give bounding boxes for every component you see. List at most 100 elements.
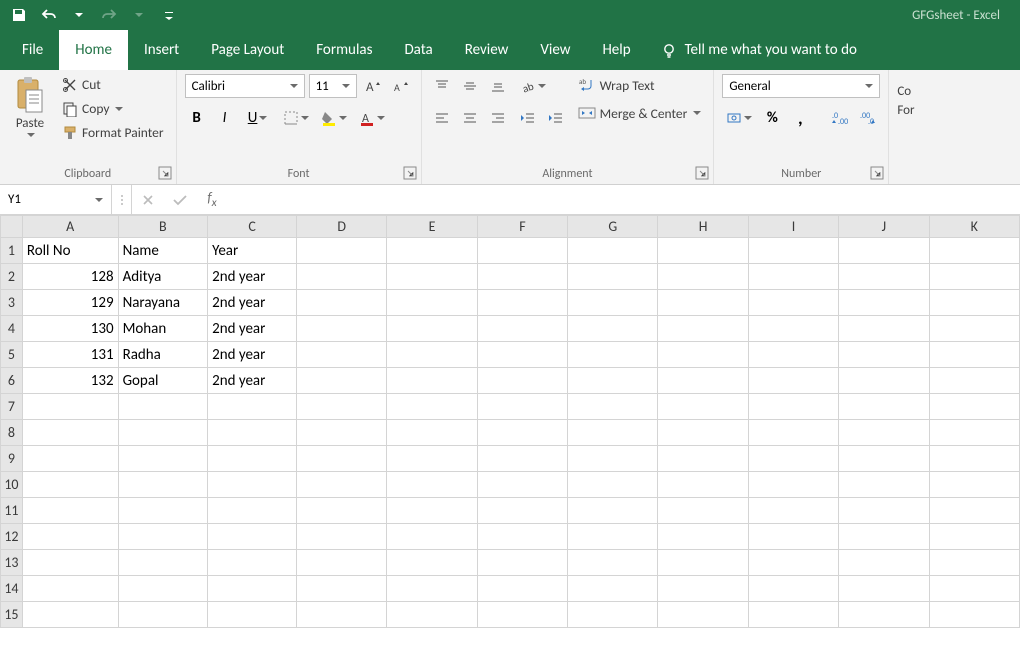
cell[interactable]: 2nd year: [208, 316, 297, 342]
tab-insert[interactable]: Insert: [128, 30, 195, 70]
cell[interactable]: 2nd year: [208, 264, 297, 290]
italic-button[interactable]: I: [213, 106, 237, 130]
column-header[interactable]: C: [208, 216, 297, 238]
undo-dropdown-icon[interactable]: [66, 2, 92, 28]
cell[interactable]: 130: [22, 316, 118, 342]
cell[interactable]: [568, 238, 658, 264]
cell[interactable]: [568, 394, 658, 420]
dialog-launcher-icon[interactable]: [870, 166, 884, 180]
cell[interactable]: [748, 316, 838, 342]
increase-indent-button[interactable]: [544, 106, 568, 130]
cell[interactable]: [568, 550, 658, 576]
column-header[interactable]: J: [839, 216, 929, 238]
dialog-launcher-icon[interactable]: [695, 166, 709, 180]
cell[interactable]: [297, 472, 387, 498]
cell[interactable]: [387, 368, 477, 394]
cell[interactable]: [208, 446, 297, 472]
row-header[interactable]: 5: [1, 342, 23, 368]
row-header[interactable]: 12: [1, 524, 23, 550]
cell[interactable]: Narayana: [118, 290, 208, 316]
cell[interactable]: [477, 602, 567, 628]
tab-view[interactable]: View: [524, 30, 586, 70]
spreadsheet-grid[interactable]: ABCDEFGHIJK1Roll NoNameYear2128Aditya2nd…: [0, 215, 1020, 628]
cell[interactable]: [118, 394, 208, 420]
row-header[interactable]: 9: [1, 446, 23, 472]
number-format-select[interactable]: General: [722, 74, 880, 98]
cell[interactable]: [568, 472, 658, 498]
comma-button[interactable]: ,: [788, 106, 812, 130]
cell[interactable]: [477, 368, 567, 394]
cell[interactable]: [839, 342, 929, 368]
cell[interactable]: [22, 524, 118, 550]
align-top-button[interactable]: [430, 74, 454, 98]
cell[interactable]: [477, 264, 567, 290]
cell[interactable]: [568, 446, 658, 472]
cell[interactable]: [929, 576, 1019, 602]
cell[interactable]: [929, 498, 1019, 524]
font-color-button[interactable]: A: [355, 106, 389, 130]
fill-color-button[interactable]: [317, 106, 351, 130]
cell[interactable]: [658, 446, 748, 472]
cell[interactable]: [118, 576, 208, 602]
cell[interactable]: [568, 342, 658, 368]
redo-dropdown-icon[interactable]: [126, 2, 152, 28]
column-header[interactable]: G: [568, 216, 658, 238]
cell[interactable]: [839, 290, 929, 316]
cell[interactable]: [839, 550, 929, 576]
cell[interactable]: [297, 394, 387, 420]
cell[interactable]: [22, 420, 118, 446]
cell[interactable]: [477, 576, 567, 602]
cell[interactable]: [297, 238, 387, 264]
cell[interactable]: [208, 420, 297, 446]
row-header[interactable]: 6: [1, 368, 23, 394]
tell-me-search[interactable]: Tell me what you want to do: [647, 30, 857, 70]
tab-data[interactable]: Data: [388, 30, 448, 70]
cell[interactable]: [387, 576, 477, 602]
cell[interactable]: [658, 550, 748, 576]
font-name-select[interactable]: Calibri: [185, 74, 305, 98]
formula-input[interactable]: [228, 185, 1020, 214]
cell[interactable]: [568, 368, 658, 394]
cell[interactable]: [568, 290, 658, 316]
underline-button[interactable]: U: [241, 106, 275, 130]
cell[interactable]: [387, 420, 477, 446]
cell[interactable]: 129: [22, 290, 118, 316]
cell[interactable]: [568, 420, 658, 446]
cell[interactable]: [22, 472, 118, 498]
cell[interactable]: [477, 550, 567, 576]
cell[interactable]: [658, 420, 748, 446]
cell[interactable]: [208, 602, 297, 628]
cell[interactable]: [748, 264, 838, 290]
cell[interactable]: [568, 316, 658, 342]
cell[interactable]: [477, 290, 567, 316]
cell[interactable]: [568, 576, 658, 602]
cell[interactable]: [748, 342, 838, 368]
tab-file[interactable]: File: [6, 30, 59, 70]
row-header[interactable]: 11: [1, 498, 23, 524]
cell[interactable]: [929, 472, 1019, 498]
cell[interactable]: 2nd year: [208, 368, 297, 394]
cell[interactable]: [208, 394, 297, 420]
cell[interactable]: Aditya: [118, 264, 208, 290]
insert-function-button[interactable]: fx: [196, 185, 228, 214]
cell[interactable]: [839, 472, 929, 498]
row-header[interactable]: 7: [1, 394, 23, 420]
column-header[interactable]: D: [297, 216, 387, 238]
cell[interactable]: [658, 576, 748, 602]
cell[interactable]: [839, 602, 929, 628]
cell[interactable]: Year: [208, 238, 297, 264]
cell[interactable]: [929, 420, 1019, 446]
tab-review[interactable]: Review: [449, 30, 525, 70]
cell[interactable]: [118, 602, 208, 628]
cell[interactable]: [387, 602, 477, 628]
align-bottom-button[interactable]: [486, 74, 510, 98]
cut-button[interactable]: Cut: [58, 74, 168, 95]
cell[interactable]: [297, 316, 387, 342]
cell[interactable]: [839, 498, 929, 524]
cell[interactable]: [748, 550, 838, 576]
cell[interactable]: [839, 394, 929, 420]
bold-button[interactable]: B: [185, 106, 209, 130]
cell[interactable]: [658, 472, 748, 498]
cell[interactable]: [748, 524, 838, 550]
cell[interactable]: 2nd year: [208, 290, 297, 316]
